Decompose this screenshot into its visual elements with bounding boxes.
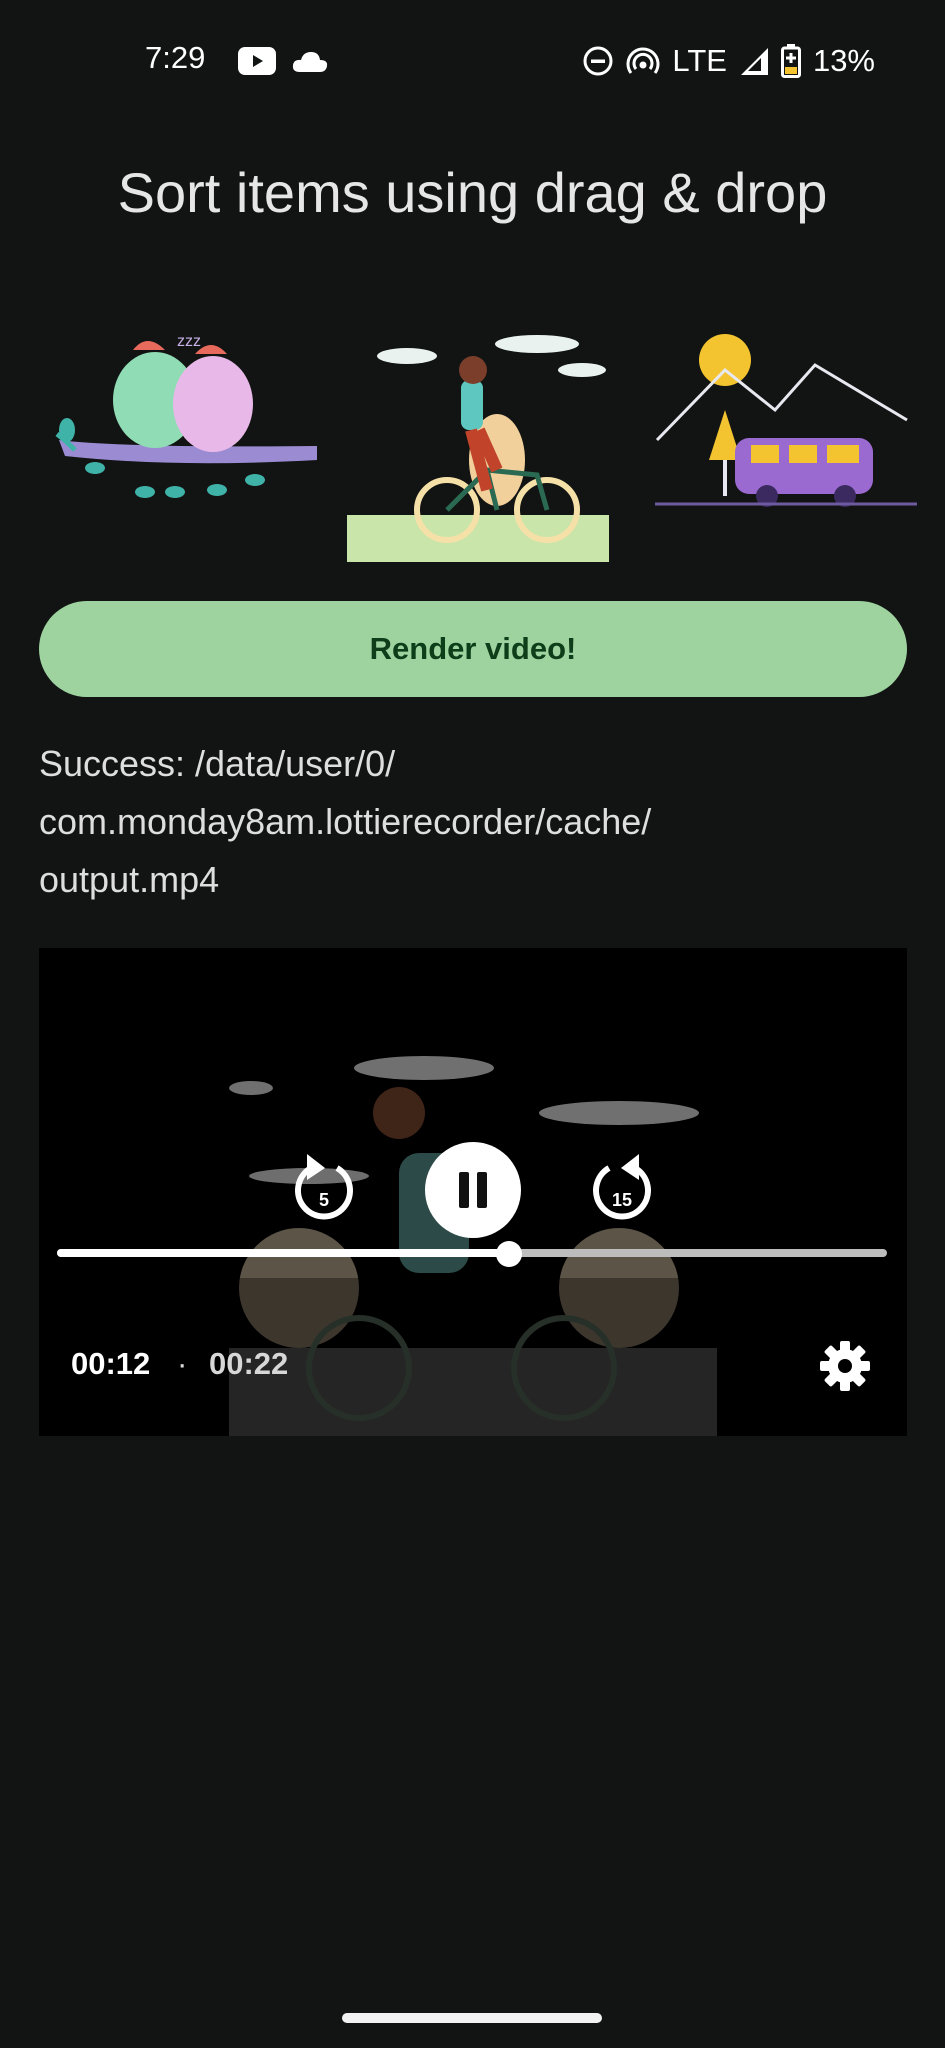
result-line: Success: /data/user/0/ <box>39 743 396 784</box>
seek-bar-handle[interactable] <box>496 1241 522 1267</box>
youtube-icon <box>238 47 276 75</box>
current-position: 00:12 <box>71 1346 151 1381</box>
cyclist-animation-thumbnail[interactable] <box>347 270 609 562</box>
birds-animation-thumbnail[interactable]: zzz <box>55 270 317 562</box>
result-line: com.monday8am.lottierecorder/cache/ <box>39 801 652 842</box>
dnd-icon <box>583 46 613 76</box>
seek-bar-progress <box>57 1249 509 1257</box>
forward-seconds: 15 <box>612 1190 632 1210</box>
render-video-button[interactable]: Render video! <box>39 601 907 697</box>
result-line: output.mp4 <box>39 859 220 900</box>
time-separator: · <box>177 1346 188 1381</box>
total-duration: 00:22 <box>209 1346 289 1381</box>
battery-icon <box>780 44 801 78</box>
video-player[interactable]: 5 15 00:12 · 00:22 <box>39 948 907 1436</box>
battery-percent: 13% <box>812 43 875 78</box>
result-message: Success: /data/user/0/ com.monday8am.lot… <box>39 735 899 909</box>
page-title: Sort items using drag & drop <box>117 161 828 224</box>
rewind-button[interactable]: 5 <box>289 1146 359 1226</box>
clock: 7:29 <box>145 40 206 75</box>
network-type: LTE <box>672 43 727 78</box>
settings-gear-icon[interactable] <box>818 1339 872 1393</box>
camper-van-animation-thumbnail[interactable] <box>655 270 917 562</box>
signal-icon <box>740 48 768 75</box>
cloud-icon <box>292 52 328 72</box>
gesture-navigation-bar[interactable] <box>342 2013 602 2023</box>
rewind-seconds: 5 <box>319 1190 329 1210</box>
fast-forward-button[interactable]: 15 <box>587 1146 657 1226</box>
pause-button[interactable] <box>425 1142 521 1238</box>
svg-text:zzz: zzz <box>177 333 201 350</box>
status-bar: 7:29 LTE 13% <box>0 0 945 124</box>
sortable-thumbnail-list[interactable]: zzz <box>55 270 917 570</box>
hotspot-icon <box>626 47 660 74</box>
